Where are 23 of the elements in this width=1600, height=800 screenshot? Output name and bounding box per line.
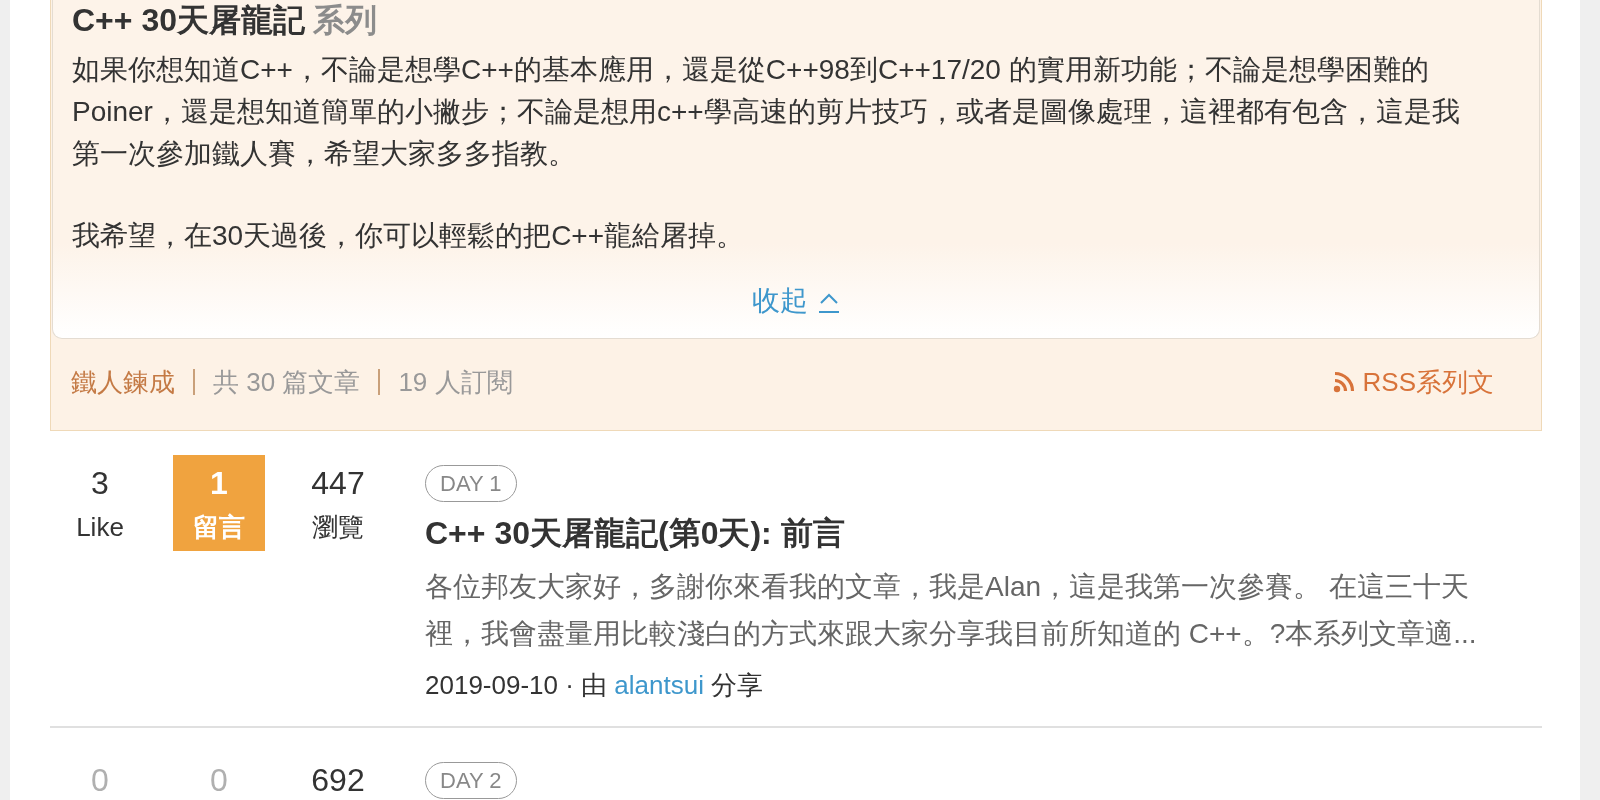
like-count: 0	[90, 761, 110, 800]
rss-link[interactable]: RSS系列文	[1332, 362, 1494, 402]
comment-count: 1	[209, 464, 229, 503]
view-count: 692	[310, 761, 366, 800]
article-count: 共 30 篇文章	[193, 369, 361, 395]
subscriber-count: 19 人訂閱	[378, 369, 513, 395]
like-count: 3	[90, 464, 110, 503]
collapse-link[interactable]: 收起	[751, 280, 842, 322]
comment-count: 0	[209, 761, 229, 800]
rss-icon	[1332, 371, 1355, 393]
view-label: 瀏覽	[311, 511, 365, 544]
article-title-link[interactable]: C++ 30天屠龍記(第0天): 前言	[425, 511, 1512, 555]
ironman-badge-link[interactable]: 鐵人鍊成	[71, 362, 175, 402]
series-description: 我希望，在30天過後，你可以輕鬆的把C++龍給屠掉。	[72, 219, 746, 253]
series-label: 系列	[312, 2, 377, 38]
article-excerpt: 各位邦友大家好，多謝你來看我的文章，我是Alan，這是我第一次參賽。 在這三十天裡，我會盡量用比較淺白的方式來跟大家分享我目前所知道的 C++。?本系列文章適...	[425, 570, 1478, 651]
like-label: Like	[75, 511, 125, 544]
comment-label: 留言	[192, 511, 246, 544]
series-title: C++ 30天屠龍記	[72, 2, 305, 38]
series-description: 如果你想知道C++，不論是想學C++的基本應用，還是從C++98到C++17/20 的實用新功能；不論是想學困難的Poiner，還是想知道簡單的小撇步；不論是想用c++學高速的剪片技巧，或者是圖像處理，這裡都有包含，這是我第一次參加鐵人賽，希望大家多多指教。	[72, 53, 1461, 171]
author-link[interactable]: alantsui	[614, 670, 704, 700]
article-byline: 2019-09-10 · 由 alantsui 分享	[425, 669, 765, 702]
view-count: 447	[310, 464, 366, 503]
